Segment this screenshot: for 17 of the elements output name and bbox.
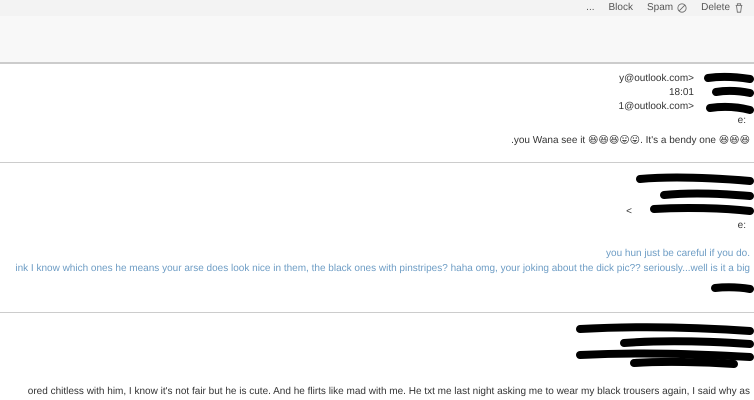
toolbar-action[interactable]: ... [586,2,595,14]
header-line: 1@outlook.com> [618,100,694,114]
toolbar-action[interactable]: Block [608,2,633,14]
message-text: you hun just be careful if you do. [606,247,750,260]
header-line: < [626,205,632,219]
redaction-mark [710,283,754,293]
header-line: e: [738,219,746,233]
toolbar-action[interactable]: Spam [646,2,688,14]
header-line: 18:01 [668,86,694,100]
header-line: e: [738,114,746,128]
block-icon [677,3,688,13]
header-line: y@outlook.com> [619,72,694,86]
trash-icon [734,3,744,13]
message-text: .you Wana see it 😆😆😆😛😛. It's a bendy one 😆😆😆 [511,134,750,147]
message-text: ored chitless with him, I know it's not fair but he is cute. And he flirts like mad with me. He txt me last night asking me to wear my black trousers again, I said why as [28,385,750,398]
message-text: ink I know which ones he means your arse does look nice in them, the black ones with pinstripes? haha omg, your joking about the dick pic?? seriously...well is it a big [15,262,750,275]
toolbar-action[interactable]: Delete [701,2,744,14]
